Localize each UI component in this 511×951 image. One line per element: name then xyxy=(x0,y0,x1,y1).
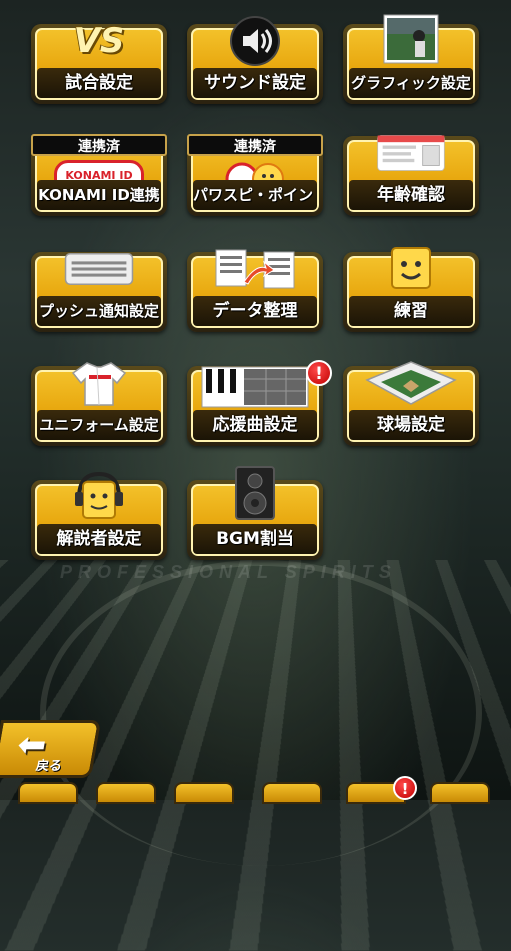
commentator-settings-button[interactable]: 解説者設定 xyxy=(31,472,167,560)
stadium-icon xyxy=(361,360,461,406)
push-notification-settings-label: プッシュ通知設定 xyxy=(37,296,161,326)
back-button-label: 戻る xyxy=(34,759,64,774)
sound-settings-button[interactable]: サウンド設定 xyxy=(187,16,323,104)
data-transfer-icon xyxy=(210,246,300,292)
data-organize-label: データ整理 xyxy=(193,296,317,326)
graphic-settings-button[interactable]: グラフィック設定 xyxy=(343,14,479,104)
bgm-assign-label: BGM割当 xyxy=(193,524,317,554)
practice-button[interactable]: 練習 xyxy=(343,247,479,332)
tab-menu[interactable] xyxy=(430,782,490,804)
bottom-tab-bar xyxy=(0,782,511,804)
konami-id-link-label: KONAMI ID連携 xyxy=(37,180,161,210)
cheer-song-settings-label: 応援曲設定 xyxy=(193,410,317,440)
game-screenshot-icon xyxy=(376,14,446,64)
id-card-icon xyxy=(376,130,446,176)
match-settings-label: 試合設定 xyxy=(37,68,161,98)
pawaspi-point-label: パワスピ・ポイント xyxy=(193,180,317,210)
piano-keys-icon xyxy=(200,364,310,410)
age-check-button[interactable]: 年齢確認 xyxy=(343,135,479,216)
cheer-song-settings-button[interactable]: 応援曲設定 xyxy=(187,366,323,446)
tab-team[interactable] xyxy=(96,782,156,804)
cheer-song-alert-badge: ! xyxy=(306,360,332,386)
commentator-settings-label: 解説者設定 xyxy=(37,524,161,554)
konami-id-link-button[interactable]: KONAMI ID 連携済 KONAMI ID連携 xyxy=(31,134,167,216)
practice-label: 練習 xyxy=(349,296,473,326)
tab-player[interactable] xyxy=(262,782,322,804)
stadium-settings-button[interactable]: 球場設定 xyxy=(343,361,479,446)
tab-alert-badge: ! xyxy=(393,776,417,800)
back-button[interactable]: ⬅ 戻る xyxy=(0,720,102,778)
pawaspi-linked-status: 連携済 xyxy=(187,134,323,156)
pawaspi-point-button[interactable]: 連携済 パワスピ・ポイント xyxy=(187,134,323,216)
vs-icon: VS xyxy=(64,18,134,64)
age-check-label: 年齢確認 xyxy=(349,180,473,210)
headset-face-icon xyxy=(64,472,134,520)
stadium-settings-label: 球場設定 xyxy=(349,410,473,440)
tab-home[interactable] xyxy=(18,782,78,804)
vs-icon-text: VS xyxy=(73,21,125,61)
uniform-icon xyxy=(64,360,134,406)
uniform-settings-button[interactable]: ユニフォーム設定 xyxy=(31,362,167,446)
sound-settings-label: サウンド設定 xyxy=(193,68,317,98)
smiley-face-icon xyxy=(376,246,446,292)
speaker-icon xyxy=(220,16,290,66)
bgm-assign-button[interactable]: BGM割当 xyxy=(187,466,323,560)
match-settings-button[interactable]: VS 試合設定 xyxy=(31,21,167,104)
notification-device-icon xyxy=(64,246,134,292)
tab-game[interactable] xyxy=(174,782,234,804)
graphic-settings-label: グラフィック設定 xyxy=(349,68,473,98)
konami-linked-status: 連携済 xyxy=(31,134,167,156)
uniform-settings-label: ユニフォーム設定 xyxy=(37,410,161,440)
data-organize-button[interactable]: データ整理 xyxy=(187,249,323,332)
push-notification-settings-button[interactable]: プッシュ通知設定 xyxy=(31,252,167,332)
speaker-box-icon xyxy=(220,466,290,520)
